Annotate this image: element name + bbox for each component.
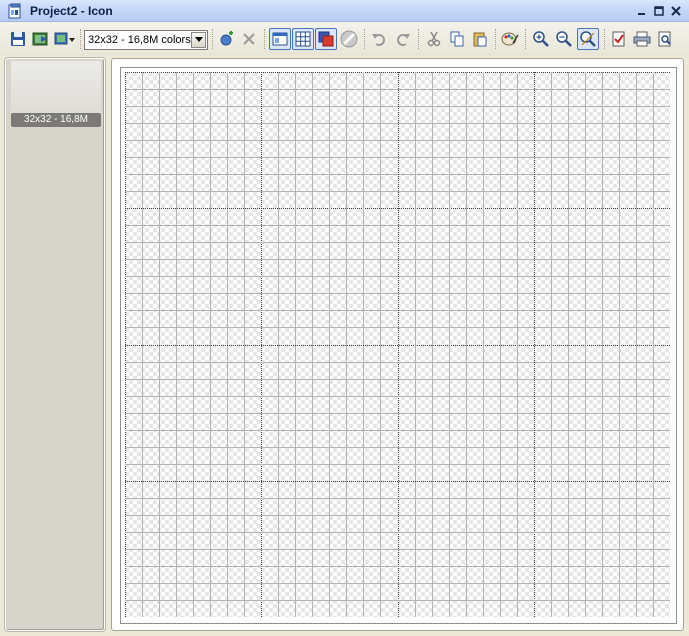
floppy-icon [11,32,25,46]
import-image-icon [32,32,48,46]
color-depth-value: 32x32 - 16,8M colors [88,34,191,46]
save-button[interactable] [7,28,29,50]
minimize-button[interactable] [635,4,649,18]
toolbar: 32x32 - 16,8M colors [0,22,689,56]
printer-icon [633,31,651,47]
zoom-out-icon [556,31,572,47]
canvas-frame [120,67,677,624]
print-button[interactable] [631,28,653,50]
zoom-in-button[interactable] [530,28,552,50]
grid-icon [295,31,311,47]
background-color-button[interactable] [315,28,337,50]
maximize-button[interactable] [652,4,666,18]
paste-icon [473,32,487,47]
redo-button[interactable] [392,28,414,50]
palette-icon [501,32,519,46]
transparency-button[interactable] [338,28,360,50]
window-preview-icon [272,32,288,46]
redo-icon [397,34,410,46]
palette-button[interactable] [499,28,521,50]
window-title: Project2 - Icon [30,4,113,18]
transparency-icon [340,30,358,48]
undo-button[interactable] [368,28,390,50]
import-button[interactable] [30,28,52,50]
export-dropdown-button[interactable] [53,28,77,50]
print-preview-button[interactable] [654,28,676,50]
cut-button[interactable] [423,28,445,50]
export-image-icon [54,32,75,45]
preview-toggle-button[interactable] [269,28,291,50]
editor-panel [111,58,684,631]
copy-icon [450,31,464,47]
layers-icon [318,31,334,47]
image-formats-panel: 32x32 - 16,8M [5,58,105,631]
scissors-icon [427,31,441,47]
add-image-icon [220,31,233,46]
test-icon-button[interactable] [608,28,630,50]
paste-button[interactable] [469,28,491,50]
project-icon [7,3,23,19]
checklist-icon [612,31,625,47]
pixel-grid-canvas[interactable] [125,72,670,617]
grid-toggle-button[interactable] [292,28,314,50]
undo-icon [372,34,385,46]
close-button[interactable] [669,4,683,18]
copy-button[interactable] [446,28,468,50]
add-image-button[interactable] [216,28,238,50]
delete-image-button[interactable] [238,28,260,50]
format-thumbnail-label[interactable]: 32x32 - 16,8M [11,113,101,127]
zoom-in-icon [533,31,549,47]
zoom-out-button[interactable] [553,28,575,50]
chevron-down-icon[interactable] [191,32,206,48]
color-depth-select[interactable]: 32x32 - 16,8M colors [84,30,208,50]
zoom-fit-icon [580,31,596,47]
transparent-background [125,72,670,617]
title-bar[interactable]: Project2 - Icon [0,0,689,22]
print-preview-icon [658,31,671,47]
delete-icon [243,33,255,45]
actual-size-button[interactable] [577,28,599,50]
format-thumbnail[interactable] [11,61,101,113]
